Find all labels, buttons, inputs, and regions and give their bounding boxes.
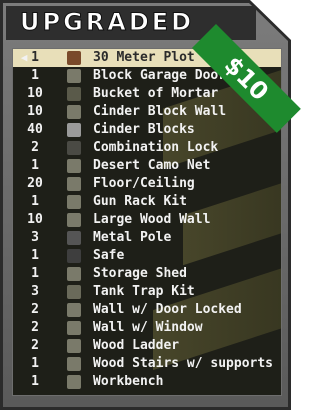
item-name: Large Wood Wall <box>93 212 211 227</box>
building-icon <box>67 159 81 173</box>
item-quantity: 3 <box>31 230 39 245</box>
item-quantity: 3 <box>31 284 39 299</box>
item-quantity: 10 <box>27 86 43 101</box>
item-quantity: 1 <box>31 266 39 281</box>
item-name: Metal Pole <box>93 230 172 245</box>
item-quantity: 20 <box>27 176 43 191</box>
list-item[interactable]: 1 Storage Shed <box>13 265 281 283</box>
list-item[interactable]: 1 Wood Stairs w/ supports <box>13 355 281 373</box>
item-quantity: 40 <box>27 122 43 137</box>
building-icon <box>67 213 81 227</box>
pole-icon <box>67 231 81 245</box>
list-item[interactable]: 20 Floor/Ceiling <box>13 175 281 193</box>
item-name: Wall w/ Window <box>93 320 203 335</box>
item-quantity: 1 <box>31 248 39 263</box>
item-name: Bucket of Mortar <box>93 86 219 101</box>
blocks-icon <box>67 123 81 137</box>
item-quantity: 2 <box>31 338 39 353</box>
list-item[interactable]: 2 Combination Lock <box>13 139 281 157</box>
safe-icon <box>67 249 81 263</box>
list-item[interactable]: 1 Workbench <box>13 373 281 391</box>
building-icon <box>67 177 81 191</box>
building-icon <box>67 69 81 83</box>
item-name: 30 Meter Plot <box>93 50 195 65</box>
item-name: Floor/Ceiling <box>93 176 195 191</box>
list-item[interactable]: 10 Cinder Block Wall <box>13 103 281 121</box>
item-quantity: 10 <box>27 212 43 227</box>
item-name: Combination Lock <box>93 140 219 155</box>
lock-icon <box>67 141 81 155</box>
item-quantity: 1 <box>31 194 39 209</box>
building-icon <box>67 321 81 335</box>
item-name: Wood Ladder <box>93 338 180 353</box>
item-name: Wood Stairs w/ supports <box>93 356 274 371</box>
brown-box-icon <box>67 51 81 65</box>
item-quantity: 2 <box>31 140 39 155</box>
item-name: Wall w/ Door Locked <box>93 302 242 317</box>
item-name: Tank Trap Kit <box>93 284 195 299</box>
item-quantity: 2 <box>31 320 39 335</box>
item-quantity: 10 <box>27 104 43 119</box>
item-quantity: 2 <box>31 302 39 317</box>
scroll-left-arrow-icon[interactable]: ◀ <box>18 51 30 65</box>
building-icon <box>67 375 81 389</box>
item-quantity: 1 <box>31 356 39 371</box>
list-item[interactable]: 1 Safe <box>13 247 281 265</box>
item-quantity: 1 <box>31 158 39 173</box>
header-title: UPGRADED <box>19 8 195 37</box>
list-item[interactable]: 3 Metal Pole <box>13 229 281 247</box>
item-name: Safe <box>93 248 125 263</box>
building-icon <box>67 357 81 371</box>
building-icon <box>67 195 81 209</box>
upgraded-loadout-card: UPGRADED 1 30 Meter Plot 1 Block Garage Doo… <box>0 0 301 410</box>
bucket-icon <box>67 87 81 101</box>
list-item[interactable]: 2 Wood Ladder <box>13 337 281 355</box>
item-quantity: 1 <box>31 374 39 389</box>
item-name: Desert Camo Net <box>93 158 211 173</box>
list-item[interactable]: 40 Cinder Blocks <box>13 121 281 139</box>
list-item[interactable]: 2 Wall w/ Window <box>13 319 281 337</box>
list-item[interactable]: 2 Wall w/ Door Locked <box>13 301 281 319</box>
item-name: Storage Shed <box>93 266 187 281</box>
list-item[interactable]: 1 Gun Rack Kit <box>13 193 281 211</box>
building-icon <box>67 303 81 317</box>
item-name: Workbench <box>93 374 164 389</box>
list-item[interactable]: 3 Tank Trap Kit <box>13 283 281 301</box>
item-name: Cinder Block Wall <box>93 104 227 119</box>
building-icon <box>67 339 81 353</box>
building-icon <box>67 267 81 281</box>
item-list-panel: 1 30 Meter Plot 1 Block Garage Doorwa 10 Buck… <box>12 48 282 396</box>
trap-icon <box>67 285 81 299</box>
list-item[interactable]: 1 Desert Camo Net <box>13 157 281 175</box>
item-name: Gun Rack Kit <box>93 194 187 209</box>
building-icon <box>67 105 81 119</box>
list-item[interactable]: 10 Large Wood Wall <box>13 211 281 229</box>
item-name: Cinder Blocks <box>93 122 195 137</box>
item-quantity: 1 <box>31 68 39 83</box>
